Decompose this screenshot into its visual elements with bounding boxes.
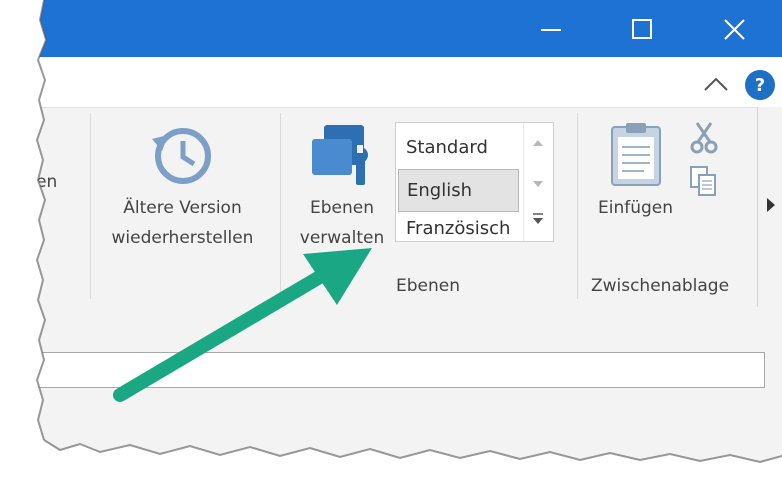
paste-label: Einfügen xyxy=(597,198,674,218)
layer-list-item[interactable]: Standard xyxy=(398,126,519,169)
chevron-right-icon xyxy=(767,198,775,212)
copy-icon xyxy=(690,166,716,196)
help-label: ? xyxy=(754,74,766,96)
title-bar xyxy=(0,0,782,57)
layers-group-label: Ebenen xyxy=(396,276,460,296)
clipboard-icon xyxy=(611,123,661,186)
collapse-ribbon-button[interactable] xyxy=(700,70,732,98)
layer-list-item[interactable]: Französisch xyxy=(398,215,519,241)
group-separator xyxy=(280,113,281,299)
restore-label-line2: wiederherstellen xyxy=(111,228,254,248)
ribbon-scroll-right-button[interactable] xyxy=(757,107,782,307)
content-area xyxy=(0,307,782,502)
chevron-up-icon xyxy=(704,77,728,91)
manage-layers-line1: Ebenen xyxy=(310,198,374,218)
maximize-icon xyxy=(632,19,652,39)
layer-list-item-selected[interactable]: English xyxy=(398,169,519,212)
layer-list[interactable]: Standard English Französisch xyxy=(395,122,554,242)
maximize-button[interactable] xyxy=(596,0,686,57)
clipboard-group-label: Zwischenablage xyxy=(590,276,730,296)
help-button[interactable]: ? xyxy=(745,70,775,100)
address-input[interactable] xyxy=(0,352,765,388)
minimize-icon xyxy=(541,29,561,31)
paste-button[interactable]: Einfügen xyxy=(588,115,683,235)
minimize-button[interactable] xyxy=(506,0,596,57)
layers-manage-icon xyxy=(312,125,368,185)
scroll-arrows-icon xyxy=(533,140,543,224)
app-window: ? en Ältere Version wiederherstellen Ebe… xyxy=(0,0,782,502)
cut-button[interactable] xyxy=(688,120,720,156)
restore-label-line1: Ältere Version xyxy=(123,198,242,218)
group-separator xyxy=(90,113,91,299)
close-button[interactable] xyxy=(688,0,778,57)
partial-command-label: en xyxy=(36,172,58,192)
layer-list-scrollbar[interactable] xyxy=(523,123,553,241)
close-icon xyxy=(724,19,745,40)
copy-button[interactable] xyxy=(688,165,720,199)
ribbon-tab-bar xyxy=(0,57,782,107)
manage-layers-line2: verwalten xyxy=(299,228,385,248)
manage-layers-button[interactable]: Ebenen verwalten xyxy=(292,115,392,265)
restore-version-button[interactable]: Ältere Version wiederherstellen xyxy=(100,115,265,265)
history-clock-icon xyxy=(152,128,211,184)
scissors-icon xyxy=(690,122,718,154)
group-separator xyxy=(577,113,578,299)
